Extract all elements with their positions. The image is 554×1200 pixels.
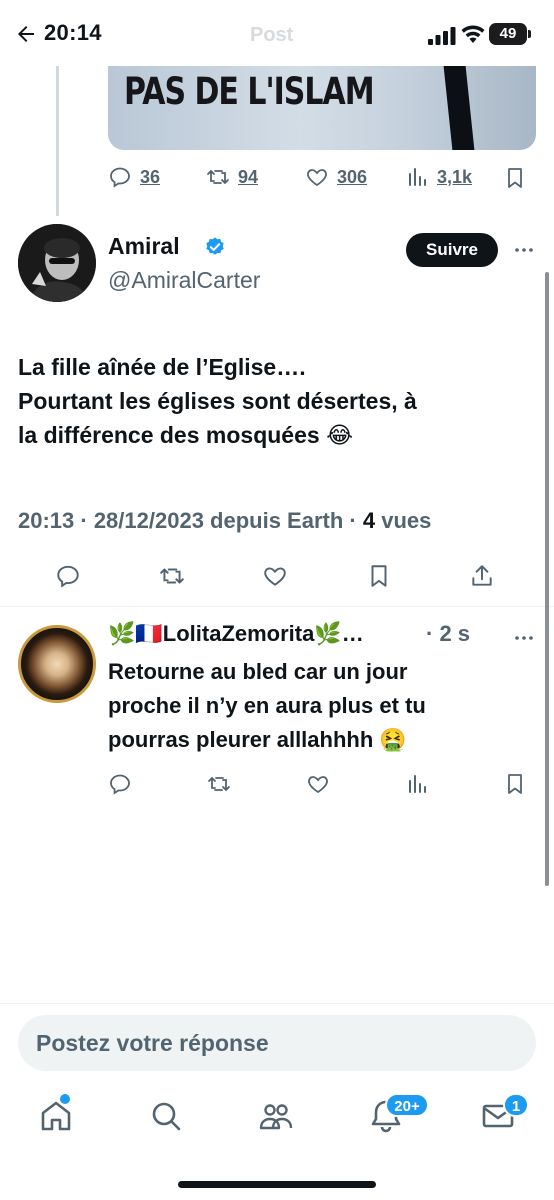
status-bar: 20:14 Post 49 — [0, 0, 554, 66]
heart-icon[interactable] — [306, 772, 330, 796]
more-options-icon[interactable] — [512, 238, 536, 262]
bookmark-icon[interactable] — [366, 563, 392, 589]
home-icon — [41, 1101, 71, 1131]
battery-indicator: 49 — [489, 23, 527, 45]
media-caption: PAS DE L'ISLAM — [124, 70, 375, 114]
tweet-metadata: 20:13 · 28/12/2023 depuis Earth · 4 vues — [18, 508, 431, 534]
cellular-signal-icon — [428, 27, 456, 45]
repost-icon — [207, 170, 229, 184]
reply-text: Retourne au bled car un jour proche il n… — [108, 655, 528, 757]
avatar[interactable] — [18, 224, 96, 302]
heart-icon[interactable] — [262, 563, 288, 589]
more-options-icon[interactable] — [512, 626, 536, 650]
analytics-icon[interactable] — [405, 772, 429, 796]
bookmark-icon[interactable] — [503, 772, 527, 796]
tweet-views-label: vues — [375, 508, 432, 533]
back-arrow-icon[interactable] — [14, 22, 38, 46]
tweet-text: La fille aînée de l’Eglise…. Pourtant le… — [18, 350, 538, 452]
divider — [0, 606, 554, 607]
reply-icon — [110, 167, 130, 188]
reply-text-line: pourras pleurer alllahhhh 🤮 — [108, 727, 407, 752]
tab-home[interactable] — [38, 1098, 74, 1134]
follow-button[interactable]: Suivre — [406, 233, 498, 267]
repost-icon[interactable] — [159, 563, 185, 589]
bookmark-icon[interactable] — [503, 166, 527, 190]
scrollbar[interactable] — [545, 272, 549, 886]
like-count: 306 — [337, 166, 368, 187]
share-icon[interactable] — [469, 563, 495, 589]
reply-text-line: Retourne au bled car un jour — [108, 659, 408, 684]
reply-timestamp: · 2 s — [426, 621, 471, 646]
home-notification-dot — [60, 1094, 70, 1104]
tweet-text-line: la différence des mosquées 😂 — [18, 422, 353, 448]
reply-text-line: proche il n’y en aura plus et tu — [108, 693, 426, 718]
like-action[interactable]: 306 — [305, 165, 367, 189]
home-indicator — [178, 1181, 376, 1188]
tab-search[interactable] — [148, 1098, 184, 1134]
reply-avatar[interactable] — [18, 625, 96, 703]
messages-badge: 1 — [503, 1093, 529, 1117]
wifi-icon — [461, 25, 485, 43]
views-count: 3,1k — [437, 166, 473, 187]
reply-count: 36 — [140, 166, 161, 187]
author-name[interactable]: Amiral — [108, 233, 180, 260]
reply-action[interactable]: 36 — [108, 165, 160, 189]
battery-tip — [528, 30, 531, 38]
notifications-badge: 20+ — [385, 1093, 429, 1117]
communities-icon — [259, 1104, 293, 1130]
repost-count: 94 — [238, 166, 259, 187]
search-icon — [152, 1102, 181, 1131]
tweet-media-image[interactable]: PAS DE L'ISLAM — [108, 66, 536, 150]
reply-icon[interactable] — [55, 563, 81, 589]
heart-icon — [307, 169, 327, 187]
repost-action[interactable]: 94 — [206, 165, 258, 189]
tab-communities[interactable] — [258, 1098, 294, 1134]
divider — [0, 1003, 554, 1004]
tweet-timestamp[interactable]: 20:13 · 28/12/2023 depuis Earth · — [18, 508, 363, 533]
views-action[interactable]: 3,1k — [405, 165, 472, 189]
reply-author-name[interactable]: 🌿🇫🇷LolitaZemorita🌿… — [108, 621, 364, 647]
tweet-text-line: Pourtant les églises sont désertes, à — [18, 388, 417, 414]
tweet-text-line: La fille aînée de l’Eglise…. — [18, 354, 306, 380]
media-decoration — [443, 66, 475, 150]
tweet-views-count: 4 — [362, 508, 376, 533]
page-title: Post — [250, 24, 294, 46]
avatar-photo — [18, 224, 96, 302]
author-handle[interactable]: @AmiralCarter — [108, 267, 260, 294]
thread-line — [56, 66, 59, 216]
repost-icon[interactable] — [207, 772, 231, 796]
reply-input[interactable]: Postez votre réponse — [18, 1015, 536, 1071]
verified-badge-icon — [206, 237, 224, 255]
status-time: 20:14 — [44, 20, 102, 45]
analytics-icon — [409, 168, 426, 186]
reply-icon[interactable] — [108, 772, 132, 796]
